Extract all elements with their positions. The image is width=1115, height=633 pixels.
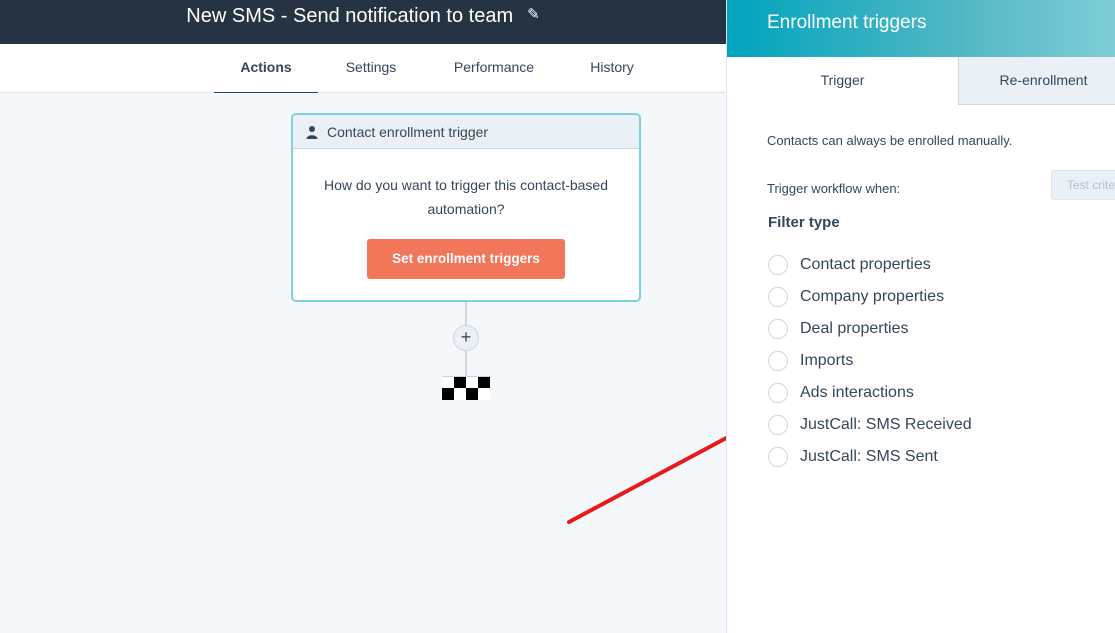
filter-label: Ads interactions (800, 384, 914, 401)
tab-actions[interactable]: Actions (214, 44, 318, 95)
panel-tab-re-enrollment[interactable]: Re-enrollment (958, 57, 1115, 105)
filter-ads-interactions[interactable]: Ads interactions (768, 377, 972, 409)
filter-label: Imports (800, 352, 854, 369)
workflow-title-text: New SMS - Send notification to team (186, 5, 514, 27)
filter-deal-properties[interactable]: Deal properties (768, 313, 972, 345)
radio-button[interactable] (768, 351, 788, 371)
radio-button[interactable] (768, 447, 788, 467)
contact-enrollment-trigger-card[interactable]: Contact enrollment trigger How do you wa… (291, 113, 641, 302)
workflow-title: New SMS - Send notification to team ✎ (0, 5, 726, 28)
filter-label: Contact properties (800, 256, 931, 273)
checkered-flag-icon (442, 376, 490, 400)
enrollment-triggers-panel: Enrollment triggers Trigger Re-enrollmen… (726, 0, 1115, 633)
filter-company-properties[interactable]: Company properties (768, 281, 972, 313)
filter-contact-properties[interactable]: Contact properties (768, 249, 972, 281)
test-criteria-button[interactable]: Test criteria (1051, 170, 1115, 200)
radio-button[interactable] (768, 383, 788, 403)
filter-justcall-sms-sent[interactable]: JustCall: SMS Sent (768, 441, 972, 473)
filter-type-list: Contact properties Company properties De… (768, 249, 972, 473)
workflow-header: New SMS - Send notification to team ✎ (0, 0, 726, 44)
filter-justcall-sms-received[interactable]: JustCall: SMS Received (768, 409, 972, 441)
filter-type-heading: Filter type (768, 214, 840, 231)
trigger-card-title: Contact enrollment trigger (327, 123, 489, 140)
trigger-card-body: How do you want to trigger this contact-… (293, 149, 639, 279)
filter-label: JustCall: SMS Received (800, 416, 972, 433)
tab-settings[interactable]: Settings (330, 44, 412, 93)
radio-button[interactable] (768, 287, 788, 307)
trigger-card-header: Contact enrollment trigger (293, 115, 639, 149)
radio-button[interactable] (768, 319, 788, 339)
filter-label: Company properties (800, 288, 945, 305)
connector-line-bottom (465, 351, 467, 376)
tab-history[interactable]: History (575, 44, 649, 93)
pencil-icon[interactable]: ✎ (527, 5, 540, 23)
panel-title: Enrollment triggers (767, 12, 927, 33)
set-enrollment-triggers-button[interactable]: Set enrollment triggers (367, 239, 565, 279)
workflow-tabs: Actions Settings Performance History (0, 44, 726, 95)
trigger-workflow-when-label: Trigger workflow when: (767, 181, 901, 196)
filter-label: Deal properties (800, 320, 909, 337)
panel-tabs: Trigger Re-enrollment (727, 57, 1115, 105)
manual-enrollment-note: Contacts can always be enrolled manually… (767, 133, 1013, 148)
filter-label: JustCall: SMS Sent (800, 448, 938, 465)
person-icon (306, 125, 318, 139)
filter-imports[interactable]: Imports (768, 345, 972, 377)
connector-line-top (465, 302, 467, 325)
panel-header: Enrollment triggers (727, 0, 1115, 57)
trigger-question: How do you want to trigger this contact-… (323, 177, 609, 217)
panel-tab-trigger[interactable]: Trigger (727, 57, 958, 105)
add-action-button[interactable]: + (453, 325, 479, 351)
tab-performance[interactable]: Performance (440, 44, 548, 93)
radio-button[interactable] (768, 415, 788, 435)
radio-button[interactable] (768, 255, 788, 275)
